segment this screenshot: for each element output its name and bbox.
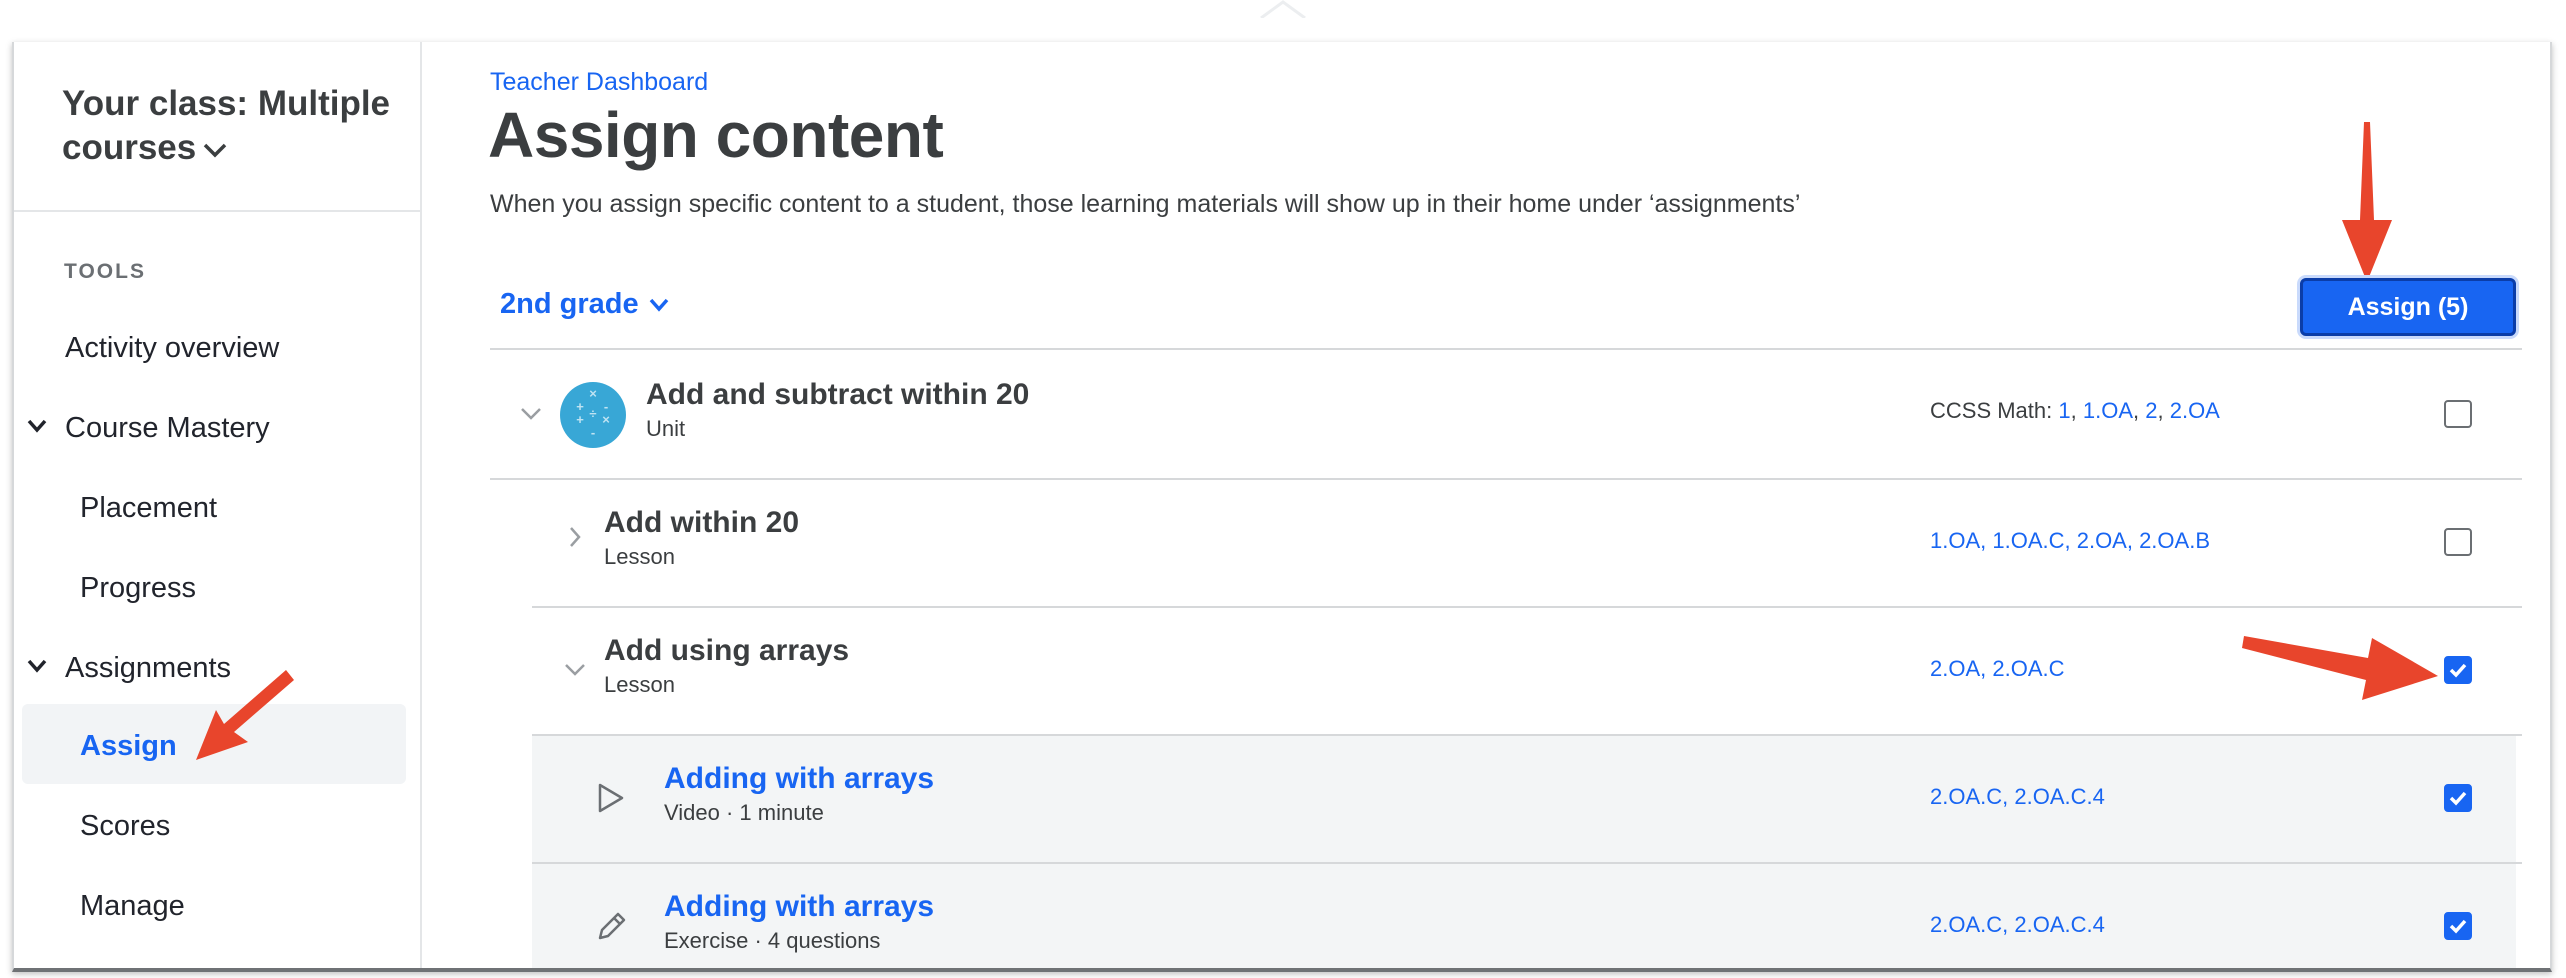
row-checkbox[interactable] [2444, 400, 2472, 428]
sidebar-item-label: Scores [80, 810, 171, 842]
grade-selector[interactable]: 2nd grade [500, 288, 669, 321]
standards-list[interactable]: 1.OA, 1.OA.C, 2.OA, 2.OA.B [1930, 528, 2210, 554]
standard-link[interactable]: 2.OA [2170, 398, 2220, 423]
chevron-down-icon [27, 659, 47, 673]
checkmark-icon [2449, 663, 2467, 678]
svg-text:÷: ÷ [589, 406, 596, 421]
row-title[interactable]: Adding with arrays [664, 890, 934, 924]
content-row-lesson: Add within 20 Lesson [604, 506, 799, 570]
sidebar-item-activity-overview[interactable]: Activity overview [65, 332, 279, 365]
grade-label: 2nd grade [500, 288, 639, 320]
row-subtitle: Lesson [604, 672, 675, 697]
row-subtitle: Lesson [604, 544, 675, 569]
chevron-down-icon [27, 419, 47, 433]
standards-list[interactable]: 2.OA, 2.OA.C [1930, 656, 2065, 682]
row-subtitle: Video · 1 minute [664, 800, 824, 825]
sidebar-item-label: Course Mastery [65, 412, 270, 444]
standard-link[interactable]: 1 [2058, 398, 2070, 423]
sidebar-item-label: Placement [80, 492, 218, 524]
sidebar-item-label: Manage [80, 890, 185, 922]
content-row-video-text[interactable]: Adding with arrays Video · 1 minute [664, 762, 934, 826]
breadcrumb[interactable]: Teacher Dashboard [490, 68, 708, 97]
standards-prefix: CCSS Math: [1930, 398, 2059, 423]
divider [490, 348, 2522, 350]
checkmark-icon [2449, 791, 2467, 806]
divider [532, 862, 2522, 864]
svg-text:×: × [589, 386, 597, 401]
svg-text:-: - [591, 425, 595, 440]
content-row-exercise-text[interactable]: Adding with arrays Exercise · 4 question… [664, 890, 934, 954]
sidebar-item-progress[interactable]: Progress [80, 572, 196, 605]
class-title-line1: Your class: Multiple [62, 84, 391, 123]
page-title: Assign content [488, 99, 944, 171]
class-selector[interactable]: Your class: Multiple courses [62, 82, 390, 170]
row-checkbox[interactable] [2444, 912, 2472, 940]
row-checkbox[interactable] [2444, 784, 2472, 812]
standards-list: CCSS Math: 1, 1.OA, 2, 2.OA [1930, 398, 2220, 423]
divider [532, 734, 2522, 736]
sidebar-item-label: Assign [80, 730, 177, 762]
unit-math-icon: × + - + ÷ × - [560, 382, 626, 448]
page-subtitle: When you assign specific content to a st… [490, 190, 1801, 218]
pencil-icon [598, 912, 626, 940]
divider [490, 478, 2522, 480]
chevron-down-icon [204, 143, 227, 158]
row-title: Add and subtract within 20 [646, 378, 1030, 411]
sidebar-item-course-mastery[interactable]: Course Mastery [27, 412, 270, 445]
content-row-lesson: Add using arrays Lesson [604, 634, 849, 698]
standard-link[interactable]: 1.OA [2083, 398, 2133, 423]
row-checkbox[interactable] [2444, 528, 2472, 556]
play-icon [598, 783, 624, 813]
sidebar-item-label: Progress [80, 572, 197, 604]
checkmark-icon [2449, 919, 2467, 934]
chevron-right-icon[interactable] [568, 526, 582, 548]
sidebar-item-placement[interactable]: Placement [80, 492, 217, 525]
row-subtitle: Exercise · 4 questions [664, 928, 881, 953]
divider [532, 606, 2522, 608]
sidebar-item-manage[interactable]: Manage [80, 890, 185, 923]
sidebar-item-scores[interactable]: Scores [80, 810, 170, 843]
annotation-arrow-icon [196, 670, 294, 760]
annotation-arrow-icon [2342, 122, 2392, 282]
sidebar-item-assign[interactable]: Assign [80, 730, 177, 763]
svg-text:+: + [576, 412, 584, 427]
standards-list[interactable]: 2.OA.C, 2.OA.C.4 [1930, 784, 2105, 810]
row-subtitle: Unit [646, 416, 686, 441]
sidebar-item-label: Activity overview [65, 332, 280, 364]
chevron-down-icon[interactable] [520, 406, 542, 422]
row-title: Add within 20 [604, 506, 799, 539]
sidebar-divider [14, 210, 420, 212]
assign-button[interactable]: Assign (5) [2300, 278, 2516, 336]
chevron-down-icon [649, 298, 668, 312]
row-checkbox[interactable] [2444, 656, 2472, 684]
standard-link[interactable]: 2 [2145, 398, 2157, 423]
app-frame: Your class: Multiple courses TOOLS Activ… [12, 42, 2552, 972]
class-title-line2: courses [62, 128, 197, 167]
main-content: Teacher Dashboard Assign content When yo… [420, 42, 2550, 968]
tools-label: TOOLS [64, 260, 146, 283]
chevron-down-icon[interactable] [564, 662, 586, 678]
content-row-unit: Add and subtract within 20 Unit [646, 378, 1029, 442]
standards-list[interactable]: 2.OA.C, 2.OA.C.4 [1930, 912, 2105, 938]
sidebar: Your class: Multiple courses TOOLS Activ… [14, 42, 422, 968]
annotation-arrow-icon [2242, 636, 2438, 700]
top-notch [1260, 0, 1306, 18]
row-title: Add using arrays [604, 634, 850, 667]
svg-text:×: × [602, 412, 610, 427]
row-title[interactable]: Adding with arrays [664, 762, 934, 796]
